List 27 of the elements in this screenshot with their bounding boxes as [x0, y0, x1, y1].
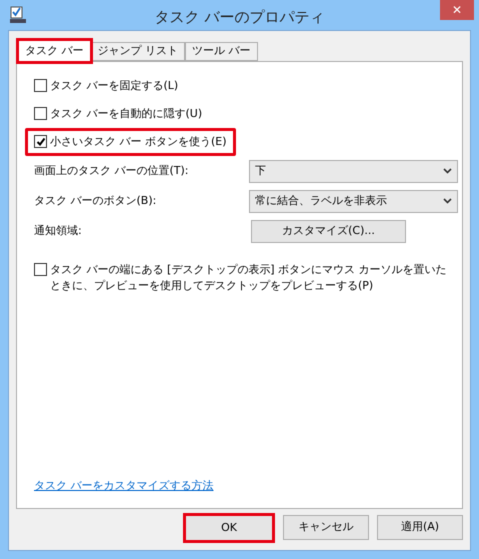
dropdown[interactable]: 下: [248, 160, 458, 182]
field-label: 画面上のタスク バーの位置(T):: [34, 162, 190, 179]
checkbox[interactable]: [34, 79, 47, 92]
tab[interactable]: ツール バー: [185, 42, 258, 61]
checkbox-label: タスク バーを固定する(L): [50, 78, 178, 94]
tab[interactable]: タスク バー: [18, 40, 90, 62]
app-icon: [10, 6, 26, 24]
checkbox[interactable]: [34, 263, 47, 276]
checkbox-label: タスク バーを自動的に隠す(U): [50, 106, 202, 122]
chevron-down-icon: [443, 198, 452, 204]
dropdown[interactable]: 常に結合、ラベルを非表示: [248, 190, 458, 212]
checkbox[interactable]: [34, 135, 47, 148]
customize-button[interactable]: カスタマイズ(C)...: [251, 220, 406, 242]
tab[interactable]: ジャンプ リスト: [90, 42, 185, 61]
window-title: タスク バーのプロパティ: [154, 7, 324, 28]
checkbox-label: タスク バーの端にある [デスクトップの表示] ボタンにマウス カーソルを置いたときに、プレビューを使用してデスクトップをプレビューする(P): [50, 262, 448, 294]
checkbox-label: 小さいタスク バー ボタンを使う(E): [50, 134, 227, 150]
close-button[interactable]: ✕: [440, 0, 474, 20]
checkbox[interactable]: [34, 107, 47, 120]
dialog-button[interactable]: キャンセル: [283, 515, 369, 540]
dialog-button[interactable]: OK: [183, 513, 275, 543]
field-label: 通知領域:: [34, 222, 83, 239]
field-label: タスク バーのボタン(B):: [34, 192, 158, 209]
chevron-down-icon: [443, 168, 452, 174]
check-icon: [36, 136, 46, 146]
dialog-button[interactable]: 適用(A): [377, 515, 463, 540]
help-link[interactable]: タスク バーをカスタマイズする方法: [34, 478, 214, 492]
